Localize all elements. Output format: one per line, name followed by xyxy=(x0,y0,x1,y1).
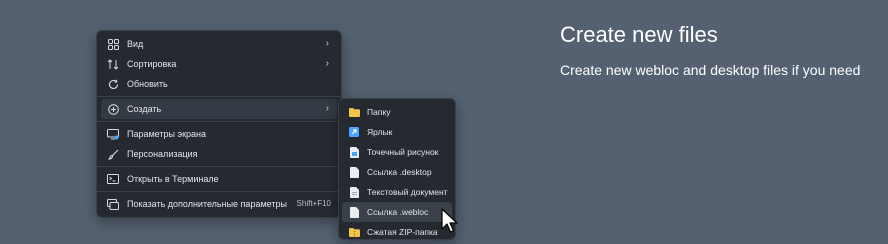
submenu-item-desktop-link[interactable]: Ссылка .desktop xyxy=(342,162,452,182)
submenu-item-label: Точечный рисунок xyxy=(367,147,439,157)
shortcut-label: Shift+F10 xyxy=(296,199,331,208)
chevron-right-icon: › xyxy=(325,103,329,114)
menu-item-label: Сортировка xyxy=(127,59,177,69)
desktop-file-icon xyxy=(348,166,360,178)
submenu-item-zip-folder[interactable]: Сжатая ZIP-папка xyxy=(342,222,452,242)
submenu-item-label: Ссылка .webloc xyxy=(367,207,429,217)
zip-folder-icon xyxy=(348,226,360,238)
submenu-item-text-document[interactable]: Текстовый документ xyxy=(342,182,452,202)
refresh-icon xyxy=(107,78,119,90)
webloc-file-icon xyxy=(348,206,360,218)
menu-item-label: Вид xyxy=(127,39,144,49)
context-menu: Вид › Сортировка › Обновить Создать › Па… xyxy=(96,30,342,218)
menu-item-sort[interactable]: Сортировка › xyxy=(101,54,337,74)
feature-description: Create new webloc and desktop files if y… xyxy=(560,62,861,78)
submenu-item-label: Текстовый документ xyxy=(367,187,448,197)
submenu-item-folder[interactable]: Папку xyxy=(342,102,452,122)
menu-divider xyxy=(97,96,341,97)
text-file-icon xyxy=(348,186,360,198)
menu-item-label: Создать xyxy=(127,104,162,114)
menu-item-refresh[interactable]: Обновить xyxy=(101,74,337,94)
chevron-right-icon: › xyxy=(325,58,329,69)
submenu-item-label: Ссылка .desktop xyxy=(367,167,432,177)
mouse-cursor-icon xyxy=(441,208,459,234)
menu-item-label: Обновить xyxy=(127,79,168,89)
menu-item-display-settings[interactable]: Параметры экрана xyxy=(101,124,337,144)
menu-item-view[interactable]: Вид › xyxy=(101,34,337,54)
display-icon xyxy=(107,128,119,140)
menu-item-label: Параметры экрана xyxy=(127,129,206,139)
chevron-right-icon: › xyxy=(325,38,329,49)
terminal-icon xyxy=(107,173,119,185)
brush-icon xyxy=(107,148,119,160)
menu-item-open-terminal[interactable]: Открыть в Терминале xyxy=(101,169,337,189)
submenu-item-webloc-link[interactable]: Ссылка .webloc xyxy=(342,202,452,222)
menu-item-more-options[interactable]: Показать дополнительные параметры Shift+… xyxy=(101,194,337,214)
menu-divider xyxy=(97,191,341,192)
submenu-item-label: Папку xyxy=(367,107,391,117)
sort-icon xyxy=(107,58,119,70)
plus-circle-icon xyxy=(107,103,119,115)
bitmap-file-icon xyxy=(348,146,360,158)
menu-item-label: Открыть в Терминале xyxy=(127,174,219,184)
shortcut-icon xyxy=(348,126,360,138)
menu-item-label: Персонализация xyxy=(127,149,198,159)
more-options-icon xyxy=(107,198,119,210)
submenu-item-shortcut[interactable]: Ярлык xyxy=(342,122,452,142)
feature-title: Create new files xyxy=(560,22,718,47)
menu-item-label: Показать дополнительные параметры xyxy=(127,199,287,209)
menu-divider xyxy=(97,166,341,167)
submenu-item-label: Сжатая ZIP-папка xyxy=(367,227,438,237)
submenu-item-label: Ярлык xyxy=(367,127,393,137)
folder-icon xyxy=(348,106,360,118)
submenu-item-bitmap[interactable]: Точечный рисунок xyxy=(342,142,452,162)
new-submenu: Папку Ярлык Точечный рисунок Ссылка .des… xyxy=(338,98,456,240)
menu-item-new[interactable]: Создать › xyxy=(101,99,337,119)
menu-item-personalize[interactable]: Персонализация xyxy=(101,144,337,164)
grid-icon xyxy=(107,38,119,50)
menu-divider xyxy=(97,121,341,122)
